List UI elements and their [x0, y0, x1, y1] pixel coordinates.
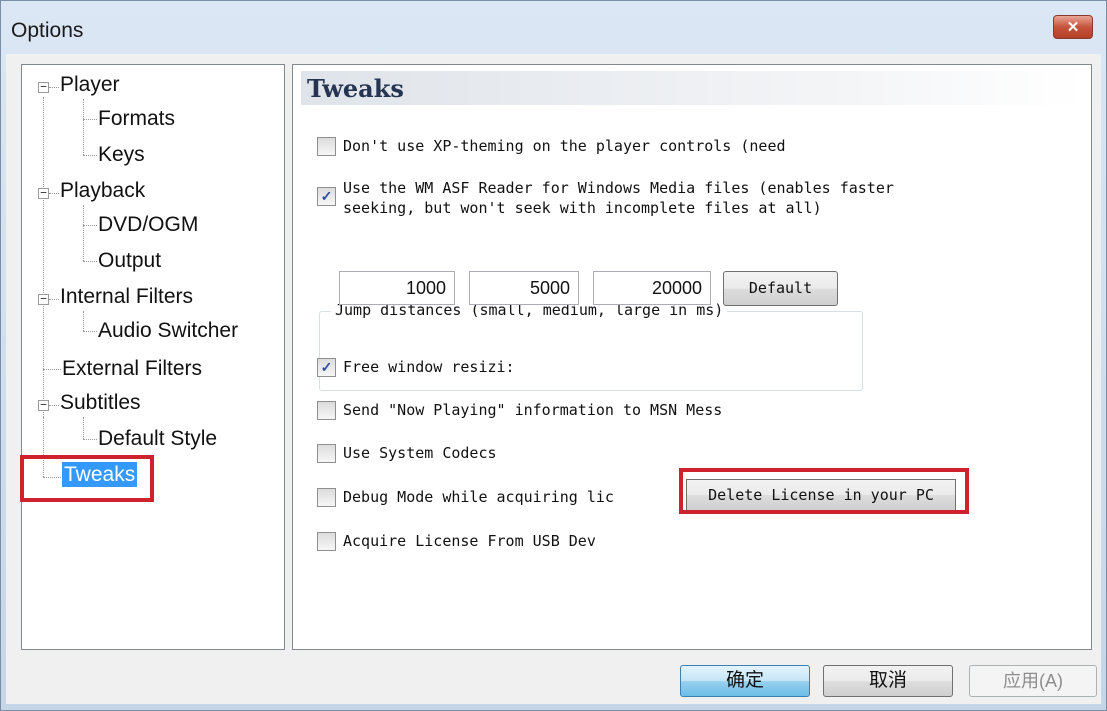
tree-connector: [49, 405, 59, 406]
jump-medium-field[interactable]: 5000: [469, 271, 579, 305]
tree-branch-line: [83, 205, 84, 261]
tree-connector: [83, 261, 97, 262]
wm-asf-checkbox[interactable]: ✓: [317, 187, 336, 206]
wm-asf-label-line2: seeking, but won't seek with incomplete …: [343, 199, 822, 217]
system-codecs-checkbox[interactable]: [317, 444, 336, 463]
tree-item-player[interactable]: Player: [60, 73, 120, 97]
jump-large-field[interactable]: 20000: [593, 271, 711, 305]
check-icon: ✓: [320, 188, 333, 204]
tree-item-external-filters[interactable]: External Filters: [62, 357, 202, 381]
window-title: Options: [11, 19, 84, 42]
jump-small-field[interactable]: 1000: [339, 271, 455, 305]
options-window: Options ✕ − Player Formats Keys − Playba…: [0, 0, 1107, 711]
tree-item-formats[interactable]: Formats: [98, 107, 175, 131]
tree-item-playback[interactable]: Playback: [60, 179, 145, 203]
debug-mode-label: Debug Mode while acquiring lic: [343, 488, 614, 506]
collapse-icon[interactable]: −: [38, 293, 49, 305]
tree-connector: [49, 87, 59, 88]
apply-button[interactable]: 应用(A): [969, 665, 1097, 697]
collapse-icon[interactable]: −: [38, 81, 49, 93]
usb-license-checkbox[interactable]: [317, 532, 336, 551]
xp-theming-checkbox[interactable]: [317, 137, 336, 156]
collapse-icon[interactable]: −: [38, 399, 49, 411]
tree-item-output[interactable]: Output: [98, 249, 161, 273]
close-icon: ✕: [1066, 19, 1080, 36]
highlight-box-tweaks: [20, 455, 154, 502]
panel-header: Tweaks: [301, 71, 1083, 105]
collapse-icon[interactable]: −: [38, 187, 49, 199]
tree-connector: [83, 225, 97, 226]
tree-connector: [83, 331, 97, 332]
tree-connector: [49, 193, 59, 194]
tree-branch-line: [83, 99, 84, 155]
free-resize-checkbox[interactable]: ✓: [317, 358, 336, 377]
tree-connector: [49, 299, 59, 300]
panel-title: Tweaks: [307, 74, 404, 103]
check-icon: ✓: [320, 359, 333, 375]
dialog-client: − Player Formats Keys − Playback DVD/OGM…: [6, 54, 1101, 704]
tree-item-keys[interactable]: Keys: [98, 143, 145, 167]
highlight-box-delete-license: [679, 468, 969, 514]
cancel-button[interactable]: 取消: [823, 665, 953, 697]
tree-item-default-style[interactable]: Default Style: [98, 427, 217, 451]
tree-connector: [83, 155, 97, 156]
usb-license-label: Acquire License From USB Dev: [343, 532, 596, 550]
system-codecs-label: Use System Codecs: [343, 444, 497, 462]
tree-item-subtitles[interactable]: Subtitles: [60, 391, 141, 415]
tweaks-panel: Tweaks Don't use XP-theming on the playe…: [292, 64, 1092, 650]
ok-button[interactable]: 确定: [680, 665, 810, 697]
tree-connector: [83, 439, 97, 440]
title-bar[interactable]: Options ✕: [1, 1, 1106, 53]
close-button[interactable]: ✕: [1053, 15, 1093, 39]
options-tree[interactable]: − Player Formats Keys − Playback DVD/OGM…: [21, 64, 285, 650]
tree-connector: [83, 119, 97, 120]
free-resize-label: Free window resizi:: [343, 358, 515, 376]
tree-branch-line: [83, 311, 84, 331]
tree-item-audio-switcher[interactable]: Audio Switcher: [98, 319, 238, 343]
debug-mode-checkbox[interactable]: [317, 488, 336, 507]
wm-asf-label-line1: Use the WM ASF Reader for Windows Media …: [343, 179, 894, 197]
tree-item-dvd-ogm[interactable]: DVD/OGM: [98, 213, 198, 237]
xp-theming-label: Don't use XP-theming on the player contr…: [343, 137, 786, 155]
default-button[interactable]: Default: [723, 271, 838, 306]
tree-branch-line: [83, 417, 84, 439]
tree-item-internal-filters[interactable]: Internal Filters: [60, 285, 193, 309]
jump-distances-group: [319, 311, 863, 391]
msn-label: Send "Now Playing" information to MSN Me…: [343, 401, 723, 419]
msn-checkbox[interactable]: [317, 401, 336, 420]
tree-connector: [43, 369, 61, 370]
